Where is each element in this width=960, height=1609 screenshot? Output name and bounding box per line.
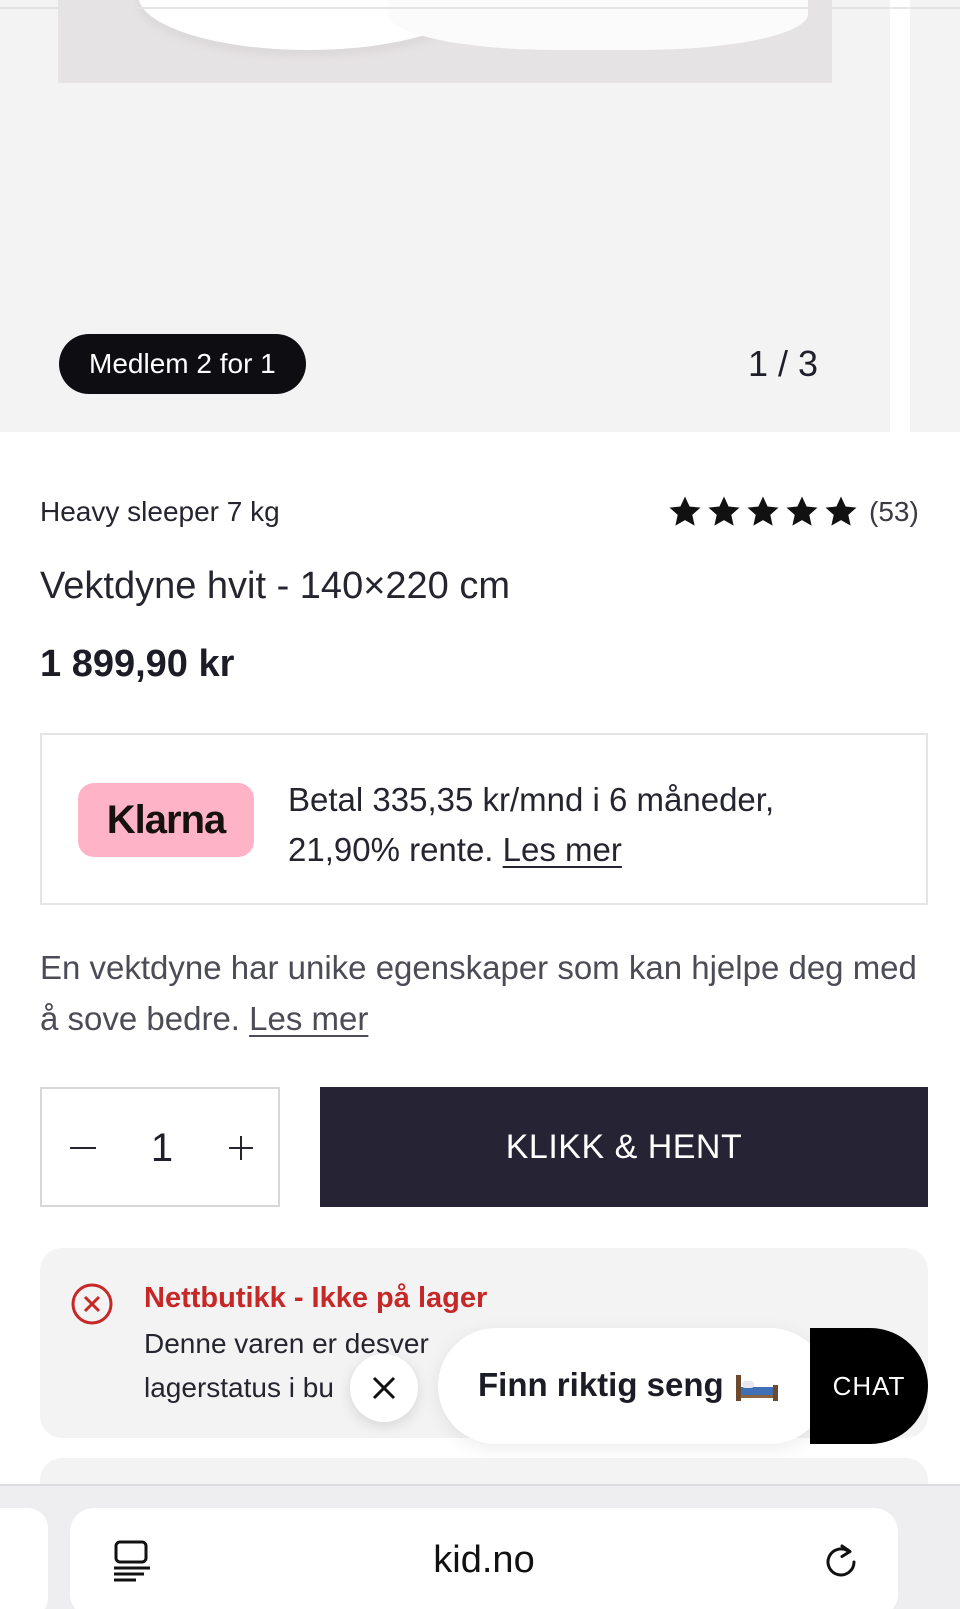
star-icon [669,496,701,526]
description-text: En vektdyne har unike egenskaper som kan… [40,949,917,1037]
reload-icon[interactable] [820,1540,862,1582]
increase-quantity-button[interactable] [218,1119,264,1177]
klarna-logo: Klarna [78,783,254,857]
klarna-text: Betal 335,35 kr/mnd i 6 måneder, 21,90% … [288,775,888,875]
star-icon [825,496,857,526]
product-gallery[interactable]: Medlem 2 for 1 1 / 3 [0,0,960,432]
chat-promo-label: Finn riktig seng [478,1366,724,1403]
product-price: 1 899,90 kr [40,643,235,685]
gallery-next-slide[interactable] [910,0,960,432]
description-read-more-link[interactable]: Les mer [249,1000,368,1037]
star-icon [747,496,779,526]
close-chat-promo-button[interactable] [350,1354,418,1422]
star-icon [786,496,818,526]
quantity-value[interactable]: 1 [142,1119,182,1177]
close-icon [372,1376,396,1400]
minus-icon [70,1147,96,1149]
previous-tab[interactable] [0,1508,48,1609]
divider [0,7,960,9]
url-text[interactable]: kid.no [70,1534,898,1586]
bed-icon [735,1375,778,1402]
star-icon [708,496,740,526]
rating-count: (53) [869,496,919,527]
product-image [58,0,832,83]
klarna-box: Klarna Betal 335,35 kr/mnd i 6 måneder, … [40,733,928,905]
quantity-stepper[interactable]: 1 [40,1087,280,1207]
browser-toolbar: kid.no [0,1484,960,1609]
address-bar[interactable]: kid.no [70,1508,898,1609]
plus-icon [229,1136,253,1160]
product-brand: Heavy sleeper 7 kg [40,496,280,527]
chat-button[interactable]: CHAT [810,1328,928,1444]
product-description: En vektdyne har unike egenskaper som kan… [40,942,930,1044]
click-and-collect-button[interactable]: KLIKK & HENT [320,1087,928,1207]
rating[interactable]: (53) [666,492,919,532]
error-circle-icon [71,1283,113,1325]
klarna-read-more-link[interactable]: Les mer [503,831,622,868]
stock-status-heading: Nettbutikk - Ikke på lager [144,1282,488,1314]
member-badge: Medlem 2 for 1 [59,334,306,394]
gallery-counter: 1 / 3 [748,343,819,384]
chat-promo-text: Finn riktig seng [478,1362,780,1408]
product-title: Vektdyne hvit - 140×220 cm [40,565,511,607]
chat-promo-bubble[interactable]: Finn riktig seng [438,1328,828,1444]
decrease-quantity-button[interactable] [60,1119,106,1177]
